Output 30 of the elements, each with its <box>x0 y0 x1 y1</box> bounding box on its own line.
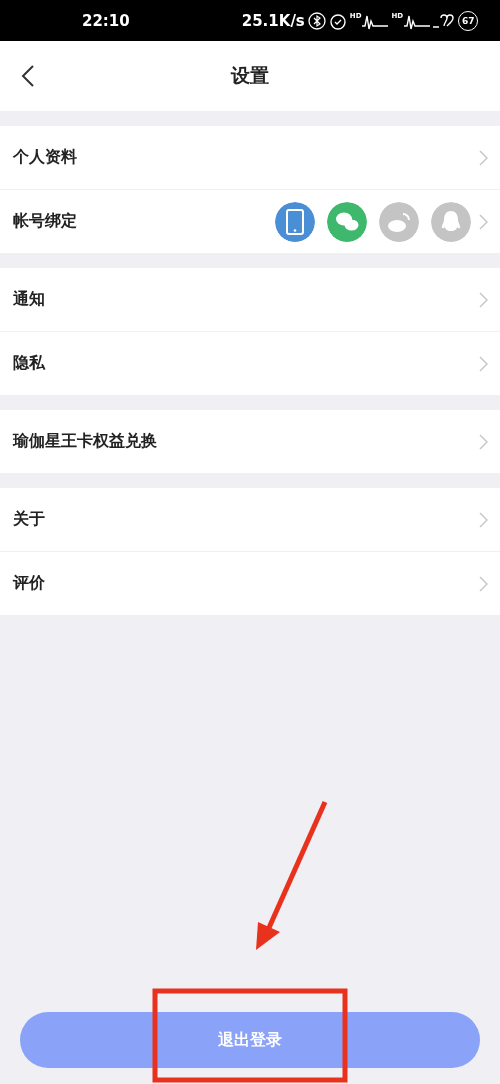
chevron-icon <box>479 355 488 372</box>
wechat-account-icon[interactable] <box>327 201 367 242</box>
row-label: 通知 <box>13 289 45 310</box>
weibo-account-icon[interactable] <box>379 201 419 242</box>
row-label: 隐私 <box>13 353 45 374</box>
chevron-icon <box>479 511 488 528</box>
row-label: 帐号绑定 <box>13 211 77 232</box>
settings-row[interactable]: 帐号绑定 <box>0 190 500 253</box>
chevron-icon <box>479 575 488 592</box>
row-label: 瑜伽星王卡权益兑换 <box>13 431 157 452</box>
page-title: 设置 <box>231 63 269 88</box>
back-icon <box>21 64 35 88</box>
row-label: 评价 <box>13 573 45 594</box>
network-speed: 25.1K/s <box>241 11 305 30</box>
settings-row[interactable]: 关于 <box>0 488 500 552</box>
settings-row[interactable]: 瑜伽星王卡权益兑换 <box>0 410 500 473</box>
clock: 22:10 <box>82 11 130 30</box>
bluetooth-icon <box>307 11 326 30</box>
settings-row[interactable]: 通知 <box>0 268 500 332</box>
settings-row[interactable]: 评价 <box>0 552 500 615</box>
phone-account-icon[interactable] <box>275 201 315 242</box>
chevron-icon <box>479 433 488 450</box>
chevron-icon <box>479 213 488 230</box>
settings-row[interactable]: 个人资料 <box>0 126 500 190</box>
row-label: 关于 <box>13 509 45 530</box>
qq-account-icon[interactable] <box>431 201 471 242</box>
chevron-icon <box>479 149 488 166</box>
settings-row[interactable]: 隐私 <box>0 332 500 395</box>
row-label: 个人资料 <box>13 147 77 168</box>
chevron-icon <box>479 291 488 308</box>
